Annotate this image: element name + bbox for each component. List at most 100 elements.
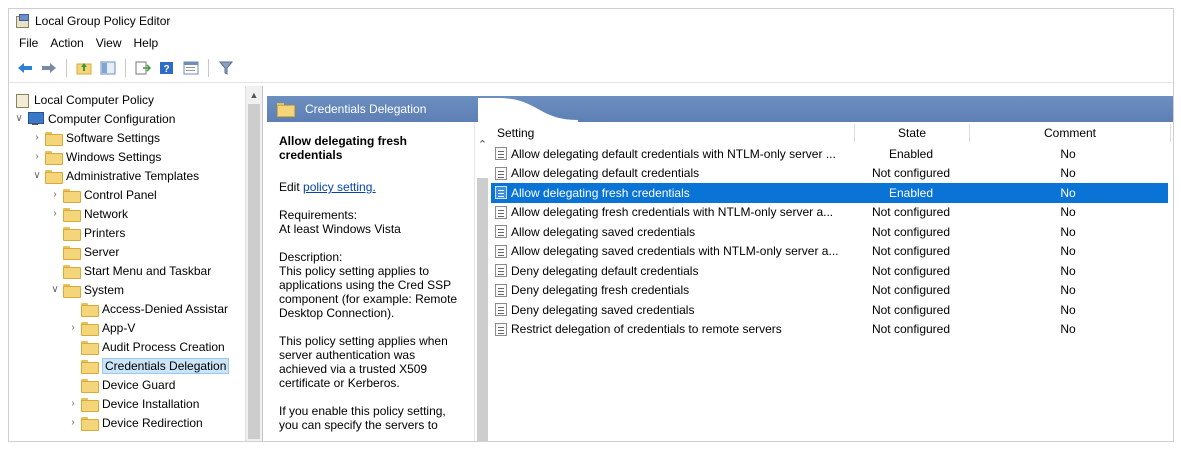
- tree-node-local-computer-policy[interactable]: Local Computer Policy: [9, 90, 262, 109]
- table-row[interactable]: Allow delegating fresh credentials with …: [491, 203, 1173, 223]
- filter-icon[interactable]: [216, 58, 236, 78]
- setting-state: Not configured: [871, 283, 951, 298]
- table-row[interactable]: Allow delegating default credentials Not…: [491, 164, 1173, 184]
- svg-text:?: ?: [163, 64, 169, 75]
- tree-node-device-redirection[interactable]: › Device Redirection: [9, 413, 262, 432]
- policy-setting-icon: [495, 283, 507, 297]
- setting-comment: No: [1060, 166, 1076, 181]
- menu-view[interactable]: View: [90, 36, 128, 50]
- tree-node-device-guard[interactable]: Device Guard: [9, 375, 262, 394]
- chevron-right-icon[interactable]: ›: [67, 398, 79, 409]
- setting-name: Allow delegating default credentials: [511, 166, 700, 181]
- tree-node-administrative-templates[interactable]: ∨ Administrative Templates: [9, 166, 262, 185]
- menu-action[interactable]: Action: [44, 36, 89, 50]
- setting-name: Restrict delegation of credentials to re…: [511, 322, 782, 337]
- column-header-setting[interactable]: Setting: [491, 126, 854, 140]
- description-block: Description: This policy setting applies…: [279, 250, 466, 320]
- tree-node-software-settings[interactable]: › Software Settings: [9, 128, 262, 147]
- tree-node-app-v[interactable]: › App-V: [9, 318, 262, 337]
- setting-comment: No: [1060, 263, 1076, 278]
- setting-name: Allow delegating fresh credentials with …: [511, 205, 834, 220]
- setting-comment: No: [1060, 322, 1076, 337]
- setting-state: Not configured: [871, 244, 951, 259]
- export-list-icon[interactable]: [133, 58, 153, 78]
- tree-node-control-panel[interactable]: › Control Panel: [9, 185, 262, 204]
- description-scrollbar[interactable]: ⌃: [475, 122, 490, 441]
- chevron-down-icon[interactable]: ∨: [13, 113, 25, 124]
- tree-scrollbar[interactable]: ▲: [245, 86, 262, 441]
- scroll-up-arrow-icon[interactable]: ▲: [246, 86, 262, 103]
- tree-node-system[interactable]: ∨ System: [9, 280, 262, 299]
- scroll-up-arrow-icon[interactable]: ⌃: [475, 122, 490, 151]
- table-row[interactable]: Allow delegating saved credentials with …: [491, 242, 1173, 262]
- toolbar: ?: [9, 53, 1173, 83]
- edit-policy-line: Edit policy setting.: [279, 180, 376, 194]
- description-paragraph-1: This policy setting applies to applicati…: [279, 264, 458, 320]
- tree-node-windows-settings[interactable]: › Windows Settings: [9, 147, 262, 166]
- table-row[interactable]: Restrict delegation of credentials to re…: [491, 320, 1173, 340]
- folder-icon: [63, 226, 81, 241]
- folder-icon: [63, 245, 81, 260]
- title-bar: Local Group Policy Editor: [9, 9, 1173, 33]
- setting-name: Allow delegating fresh credentials: [511, 185, 690, 200]
- folder-icon: [81, 340, 99, 355]
- description-label: Description:: [279, 250, 343, 264]
- description-paragraph-2: This policy setting applies when server …: [279, 334, 448, 390]
- folder-icon: [63, 207, 81, 222]
- folder-icon: [63, 188, 81, 203]
- tree-node-computer-configuration[interactable]: ∨ Computer Configuration: [9, 109, 262, 128]
- tree-node-access-denied-assistance[interactable]: Access-Denied Assistar: [9, 299, 262, 318]
- requirements-value: At least Windows Vista: [279, 222, 401, 236]
- setting-state: Not configured: [871, 322, 951, 337]
- column-header-state[interactable]: State: [855, 126, 969, 140]
- tree-node-start-menu-taskbar[interactable]: Start Menu and Taskbar: [9, 261, 262, 280]
- folder-icon: [63, 283, 81, 298]
- folder-icon: [81, 321, 99, 336]
- folder-icon: [81, 302, 99, 317]
- table-row[interactable]: Deny delegating saved credentials Not co…: [491, 300, 1173, 320]
- tree-node-audit-process-creation[interactable]: Audit Process Creation: [9, 337, 262, 356]
- tree-node-server[interactable]: Server: [9, 242, 262, 261]
- setting-name: Allow delegating saved credentials: [511, 224, 696, 239]
- chevron-right-icon[interactable]: ›: [31, 132, 43, 143]
- table-row[interactable]: Allow delegating default credentials wit…: [491, 144, 1173, 164]
- chevron-right-icon[interactable]: ›: [67, 417, 79, 428]
- table-row[interactable]: Deny delegating default credentials Not …: [491, 261, 1173, 281]
- edit-policy-setting-link[interactable]: policy setting.: [303, 180, 376, 194]
- policy-title: Allow delegating fresh credentials: [279, 134, 408, 162]
- chevron-right-icon[interactable]: ›: [31, 151, 43, 162]
- back-icon[interactable]: [15, 58, 35, 78]
- chevron-down-icon[interactable]: ∨: [49, 284, 61, 295]
- toolbar-separator: [208, 58, 209, 77]
- chevron-right-icon[interactable]: ›: [49, 208, 61, 219]
- forward-icon[interactable]: [39, 58, 59, 78]
- description-scrollbar-thumb[interactable]: [477, 178, 488, 441]
- tree-node-device-installation[interactable]: › Device Installation: [9, 394, 262, 413]
- table-row[interactable]: Deny delegating fresh credentials Not co…: [491, 281, 1173, 301]
- table-row-selected[interactable]: Allow delegating fresh credentials Enabl…: [491, 183, 1168, 203]
- chevron-right-icon[interactable]: ›: [49, 189, 61, 200]
- console-tree: Local Computer Policy ∨ Computer Configu…: [9, 86, 263, 441]
- policy-setting-icon: [495, 244, 507, 258]
- setting-comment: No: [1060, 244, 1076, 259]
- requirements-block: Requirements: At least Windows Vista: [279, 208, 466, 236]
- folder-icon: [63, 264, 81, 279]
- menu-help[interactable]: Help: [128, 36, 165, 50]
- show-hide-tree-icon[interactable]: [98, 58, 118, 78]
- tree-node-network[interactable]: › Network: [9, 204, 262, 223]
- setting-comment: No: [1060, 283, 1076, 298]
- table-row[interactable]: Allow delegating saved credentials Not c…: [491, 222, 1173, 242]
- tree-node-printers[interactable]: Printers: [9, 223, 262, 242]
- menu-file[interactable]: File: [13, 36, 44, 50]
- column-header-comment[interactable]: Comment: [970, 126, 1170, 140]
- tree-scrollbar-thumb[interactable]: [248, 104, 260, 439]
- up-folder-icon[interactable]: [74, 58, 94, 78]
- details-pane: Credentials Delegation Allow delegating …: [263, 86, 1173, 441]
- column-divider[interactable]: [1170, 124, 1171, 142]
- policy-setting-icon: [495, 322, 507, 336]
- chevron-down-icon[interactable]: ∨: [31, 170, 43, 181]
- help-icon[interactable]: ?: [157, 58, 177, 78]
- tree-node-credentials-delegation[interactable]: Credentials Delegation: [9, 356, 262, 375]
- properties-icon[interactable]: [181, 58, 201, 78]
- chevron-right-icon[interactable]: ›: [67, 322, 79, 333]
